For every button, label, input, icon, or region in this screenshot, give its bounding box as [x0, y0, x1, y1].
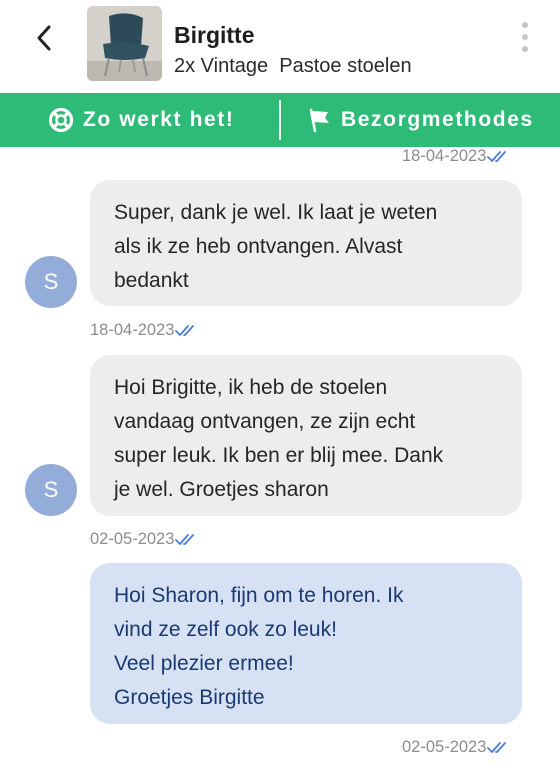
more-options-button[interactable] [512, 20, 538, 54]
chevron-left-icon [37, 25, 51, 51]
avatar[interactable]: S [25, 256, 77, 308]
listing-thumbnail[interactable] [87, 6, 162, 81]
chat-header: Birgitte 2x Vintage Pastoe stoelen [0, 0, 560, 93]
incoming-message-bubble[interactable]: Super, dank je wel. Ik laat je weten als… [90, 180, 522, 306]
how-it-works-label: Zo werkt het! [83, 108, 235, 131]
read-receipt-icon [487, 150, 507, 162]
more-vertical-icon [522, 22, 528, 28]
listing-title[interactable]: 2x Vintage Pastoe stoelen [174, 55, 412, 78]
contact-name[interactable]: Birgitte [174, 22, 255, 49]
chair-thumbnail [87, 6, 162, 81]
avatar[interactable]: S [25, 464, 77, 516]
message-timestamp: 18-04-2023 [90, 321, 199, 340]
message-timestamp: 18-04-2023 [402, 147, 511, 166]
incoming-message-bubble[interactable]: Hoi Brigitte, ik heb de stoelen vandaag … [90, 355, 522, 516]
action-bar-divider [279, 100, 281, 140]
message-timestamp: 02-05-2023 [90, 530, 199, 549]
read-receipt-icon [175, 533, 195, 545]
lifebuoy-icon [48, 107, 74, 133]
delivery-methods-label: Bezorgmethodes [341, 108, 534, 131]
read-receipt-icon [175, 324, 195, 336]
delivery-flag-icon [306, 107, 332, 133]
outgoing-message-bubble[interactable]: Hoi Sharon, fijn om te horen. Ik vind ze… [90, 563, 522, 724]
read-receipt-icon [487, 741, 507, 753]
how-it-works-button[interactable]: Zo werkt het! [48, 93, 234, 147]
delivery-methods-button[interactable]: Bezorgmethodes [306, 93, 534, 147]
back-button[interactable] [28, 22, 60, 54]
action-bar: Zo werkt het! Bezorgmethodes [0, 93, 560, 147]
message-timestamp: 02-05-2023 [402, 738, 511, 757]
